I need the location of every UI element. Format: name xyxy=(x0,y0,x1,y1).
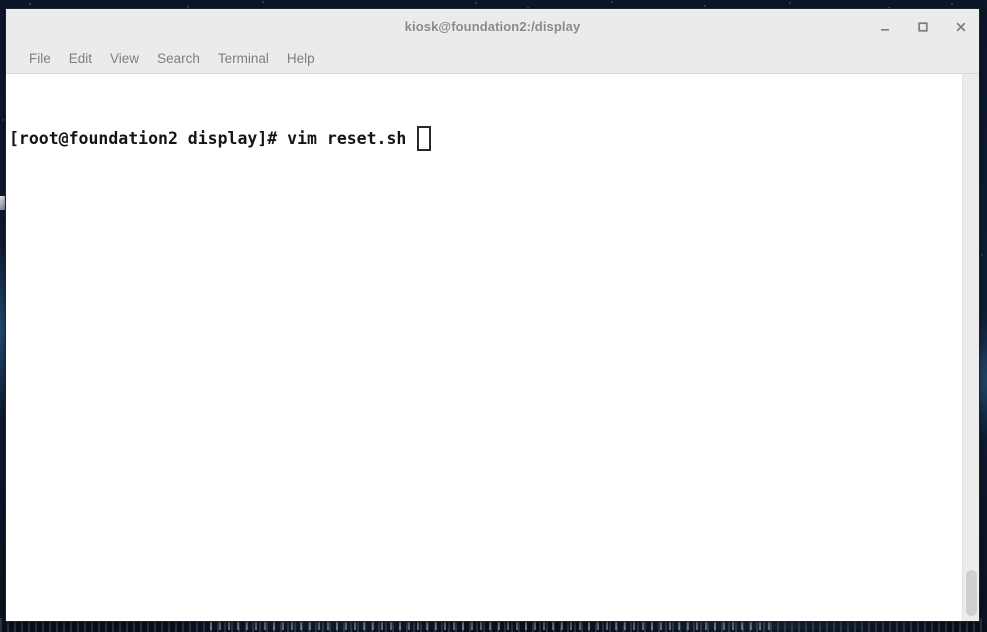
terminal-prompt-line: [root@foundation2 display]# vim reset.sh xyxy=(9,126,962,151)
minimize-button[interactable] xyxy=(877,19,893,35)
menu-item-search[interactable]: Search xyxy=(148,49,209,69)
menu-item-help[interactable]: Help xyxy=(278,49,324,69)
terminal-scrollbar[interactable] xyxy=(962,74,979,621)
menu-item-edit[interactable]: Edit xyxy=(60,49,101,69)
window-title: kiosk@foundation2:/display xyxy=(404,19,581,34)
terminal-prompt-text: [root@foundation2 display]# vim reset.sh xyxy=(9,129,407,148)
minimize-icon xyxy=(881,28,889,31)
terminal-window: kiosk@foundation2:/display File Edit Vie… xyxy=(5,8,980,622)
desktop-background: kiosk@foundation2:/display File Edit Vie… xyxy=(0,0,987,632)
menu-item-terminal[interactable]: Terminal xyxy=(209,49,278,69)
terminal-cursor xyxy=(417,126,432,151)
window-titlebar[interactable]: kiosk@foundation2:/display xyxy=(6,9,979,44)
window-controls xyxy=(877,9,969,44)
menu-item-file[interactable]: File xyxy=(20,49,60,69)
menu-item-view[interactable]: View xyxy=(101,49,148,69)
close-button[interactable] xyxy=(953,19,969,35)
maximize-icon xyxy=(918,21,928,32)
terminal-body: [root@foundation2 display]# vim reset.sh xyxy=(6,73,979,621)
menu-bar: File Edit View Search Terminal Help xyxy=(6,44,979,73)
maximize-button[interactable] xyxy=(915,19,931,35)
close-icon xyxy=(956,22,966,31)
wallpaper-skyline-lights xyxy=(210,621,770,630)
scrollbar-thumb[interactable] xyxy=(966,570,977,616)
terminal-screen[interactable]: [root@foundation2 display]# vim reset.sh xyxy=(6,74,962,621)
